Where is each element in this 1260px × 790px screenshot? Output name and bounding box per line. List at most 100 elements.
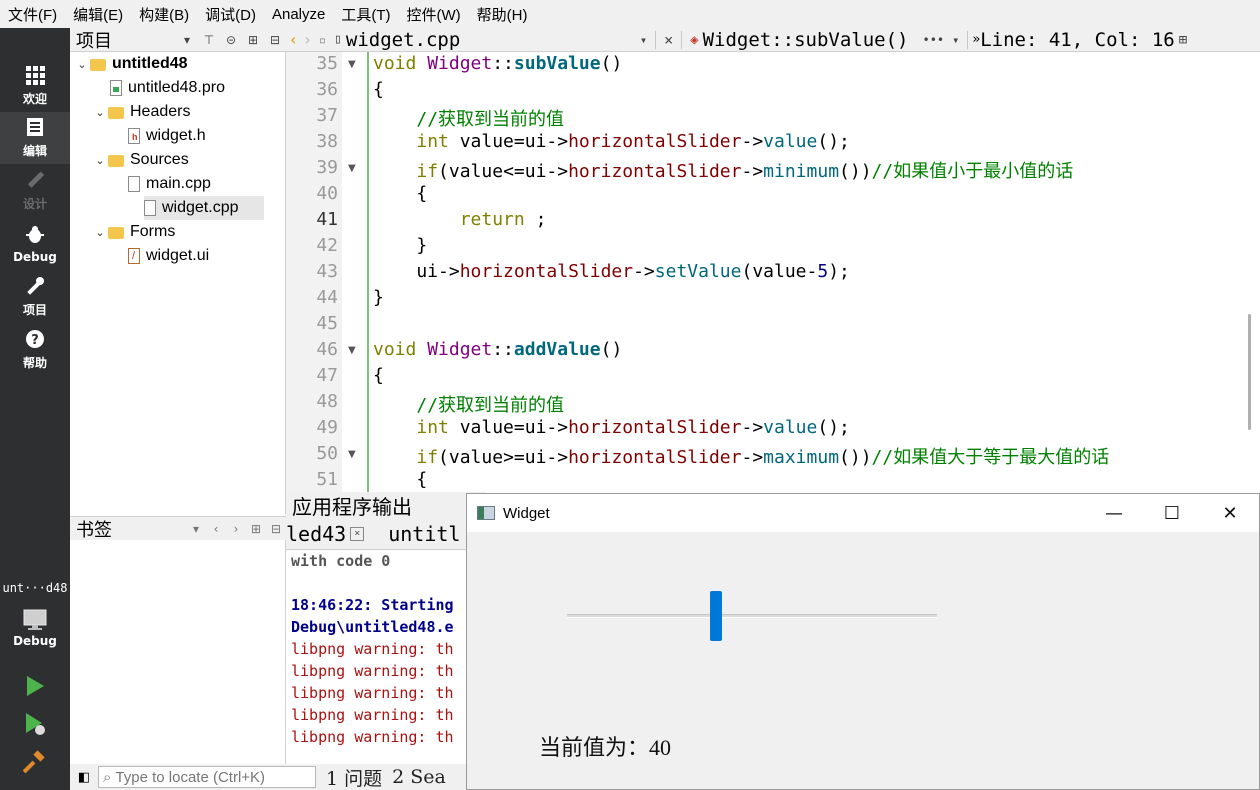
close-panel-icon[interactable]: ⊟ [266,522,286,536]
close-tab-icon[interactable]: × [350,526,365,541]
tree-item[interactable]: ⌄ untitled48 [74,52,188,76]
tree-item[interactable]: widget.ui [110,244,209,268]
open-docs-dropdown-icon[interactable]: ▾ [636,33,651,47]
menu-item[interactable]: 文件(F) [0,4,65,25]
maximize-button[interactable]: ☐ [1143,494,1201,532]
expand-arrow-icon[interactable]: ⌄ [92,106,108,119]
mode-bar: 欢迎 编辑 设计 Debug 项目? 帮助 unt···d48 Debug [0,28,70,790]
mode-document[interactable]: 编辑 [0,112,70,164]
close-panel-icon[interactable]: ⊟ [264,33,286,47]
menu-item[interactable]: 帮助(H) [469,4,536,25]
horizontal-slider-handle[interactable] [710,591,723,641]
method-icon: ◈ [690,31,699,48]
symbol-selector[interactable]: Widget::subValue() [703,29,909,51]
split-icon[interactable]: ⊞ [246,522,266,536]
window-title-bar[interactable]: Widget — ☐ ✕ [467,494,1259,532]
tree-item-label: untitled48.pro [128,79,225,96]
mode-bug[interactable]: Debug [0,218,70,270]
expand-icon[interactable]: » [972,32,980,47]
toggle-sidebar-icon[interactable]: ◧ [70,770,98,785]
prev-icon[interactable]: ‹ [206,522,226,536]
widget-window: Widget — ☐ ✕ 当前值为：40 [466,493,1260,790]
fold-arrow-icon[interactable]: ▼ [348,345,356,356]
symbol-more[interactable]: ••• [918,33,948,47]
code-line: { [373,79,384,100]
output-tab[interactable]: untitl [382,522,466,546]
tree-item[interactable]: untitled48.pro [92,76,225,100]
mode-grid[interactable]: 欢迎 [0,60,70,112]
output-line: libpng warning: th [291,640,454,658]
tree-item[interactable]: ⌄ Headers [92,100,190,124]
split-editor-icon[interactable]: ⊞ [1175,32,1191,48]
filter-icon[interactable]: ⊤ [198,33,220,47]
search-results-pane-button[interactable]: 2 Sea [382,766,446,788]
wrench-icon [25,276,45,299]
tree-item[interactable]: widget.cpp [144,196,264,220]
code-line: if(value>=ui->horizontalSlider->maximum(… [416,447,1110,468]
code-line: //获取到当前的值 [416,395,565,416]
tree-item[interactable]: ⌄ Forms [92,220,175,244]
cursor-position[interactable]: Line: 41, Col: 16 [980,29,1174,51]
code-line: { [373,365,384,386]
fold-arrow-icon[interactable]: ▼ [348,59,356,70]
document-icon [25,117,45,140]
folder-icon [108,107,124,119]
line-number: 46 [316,339,338,360]
run-button[interactable] [0,668,70,704]
project-tree: ⌄ untitled48 untitled48.pro ⌄ Headers widget.… [70,52,286,514]
project-folder-icon [90,59,106,71]
expand-arrow-icon[interactable]: ⌄ [74,58,90,71]
bookmarks-panel-header: 书签 ▾ ‹ › ⊞ ⊟ [70,516,286,541]
menu-item[interactable]: 构建(B) [131,4,197,25]
mode-question[interactable]: ? 帮助 [0,324,70,376]
code-editor[interactable]: 35 36 37 38 39 40 41 42 43 44 45 46 47 48 49 50 51 void … [286,52,1260,492]
menu-item[interactable]: 工具(T) [333,4,398,25]
debug-run-button[interactable] [0,706,70,742]
close-document-icon[interactable]: × [660,31,677,49]
split-icon[interactable]: ⊞ [242,33,264,47]
tree-item[interactable]: ⌄ Sources [92,148,188,172]
panel-dropdown-icon[interactable]: ▾ [186,522,206,536]
output-tab[interactable]: led43 × [286,522,370,546]
locate-input[interactable]: ⌕ Type to locate (Ctrl+K) [98,766,316,788]
line-number: 36 [316,79,338,100]
mode-wrench[interactable]: 项目 [0,271,70,323]
kit-selector-button[interactable]: Debug [0,600,70,656]
change-marker [367,52,369,492]
expand-arrow-icon[interactable]: ⌄ [92,154,108,167]
mode-label: Debug [13,249,57,264]
expand-arrow-icon[interactable]: ⌄ [92,226,108,239]
tree-item[interactable]: widget.h [110,124,206,148]
menu-item[interactable]: 控件(W) [399,4,469,25]
forward-icon[interactable]: › [300,30,314,49]
fold-arrow-icon[interactable]: ▼ [348,163,356,174]
line-number: 39 [316,157,338,178]
output-line: libpng warning: th [291,728,454,746]
tree-item-label: untitled48 [112,55,188,72]
horizontal-slider-track[interactable] [567,614,937,618]
menu-item[interactable]: 调试(D) [197,4,264,25]
menu-item[interactable]: 编辑(E) [65,4,131,25]
link-icon[interactable]: ⊝ [220,33,242,47]
kit-name: unt···d48 [2,581,68,595]
menu-item[interactable]: Analyze [264,6,333,23]
close-button[interactable]: ✕ [1201,494,1259,532]
fold-arrow-icon[interactable]: ▼ [348,449,356,460]
line-number: 44 [316,287,338,308]
panel-dropdown-icon[interactable]: ▾ [176,33,198,47]
vertical-scrollbar[interactable] [1248,314,1251,430]
code-line: { [373,469,428,490]
issues-pane-button[interactable]: 1 问题 [316,764,382,790]
open-file-name[interactable]: widget.cpp [346,29,636,51]
window-title: Widget [503,504,550,522]
bookmarks-list [70,540,286,764]
back-icon[interactable]: ‹ [286,30,300,49]
next-icon[interactable]: › [226,522,246,536]
symbol-dropdown-icon[interactable]: ▾ [948,33,963,47]
code-line: void Widget::addValue() [373,339,623,360]
line-number: 37 [316,105,338,126]
build-button[interactable] [0,744,70,780]
minimize-button[interactable]: — [1085,494,1143,532]
tree-item[interactable]: main.cpp [110,172,211,196]
current-value-label: 当前值为：40 [539,735,672,760]
